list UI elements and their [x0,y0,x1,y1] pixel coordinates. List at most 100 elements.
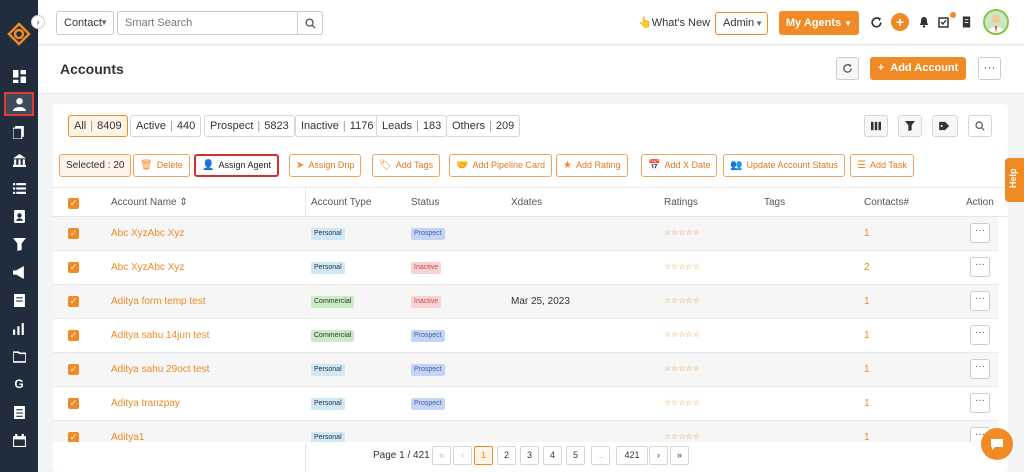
sidebar-dashboard-icon[interactable] [4,64,34,88]
row-checkbox[interactable]: ✓ [68,262,79,273]
row-checkbox[interactable]: ✓ [68,330,79,341]
contacts-count-link[interactable]: 1 [864,330,870,341]
sidebar-contacts-icon[interactable] [4,204,34,228]
status-badge: Inactive [411,296,442,308]
row-checkbox[interactable]: ✓ [68,432,79,442]
search-icon [304,17,316,29]
account-type-badge: Personal [311,364,345,376]
entity-select[interactable]: Contact ▼ [56,11,114,35]
whats-new-link[interactable]: 👆What's New [638,16,710,29]
row-action-button[interactable]: ··· [970,393,990,413]
contacts-count-link[interactable]: 1 [864,398,870,409]
add-account-button[interactable]: + Add Account [870,57,966,80]
table-row[interactable]: ✓ Abc XyzAbc Xyz Personal Prospect ☆☆☆☆☆ 1 ··· [53,217,998,251]
page-button[interactable]: 421 [616,446,648,465]
account-name-link[interactable]: Aditya1 [111,432,144,442]
rating-stars[interactable]: ☆☆☆☆☆ [664,228,700,237]
sidebar-accounts-icon[interactable] [4,92,34,116]
contacts-count-link[interactable]: 1 [864,296,870,307]
contacts-count-link[interactable]: 1 [864,432,870,442]
whats-new-label: What's New [651,17,711,29]
account-name-link[interactable]: Aditya sahu 14jun test [111,330,209,341]
table-row[interactable]: ✓ Aditya tranzpay Personal Prospect ☆☆☆☆☆ 1 ··… [53,387,998,421]
sidebar-institution-icon[interactable] [4,148,34,172]
pagination: Page 1 / 421 « ‹ 1 2 3 4 5 ... 421 › » [38,442,1024,472]
table-row[interactable]: ✓ Aditya sahu 14jun test Commercial Prospec… [53,319,998,353]
contacts-count-link[interactable]: 2 [864,262,870,273]
rating-stars[interactable]: ☆☆☆☆☆ [664,432,700,441]
sidebar-megaphone-icon[interactable] [4,260,34,284]
rating-stars[interactable]: ☆☆☆☆☆ [664,398,700,407]
account-name-link[interactable]: Abc XyzAbc Xyz [111,228,184,239]
contacts-count-link[interactable]: 1 [864,364,870,375]
plus-icon: + [877,62,885,74]
row-checkbox[interactable]: ✓ [68,364,79,375]
rating-stars[interactable]: ☆☆☆☆☆ [664,296,700,305]
sync-icon[interactable] [868,14,884,30]
page-button[interactable]: 1 [474,446,493,465]
sidebar-forms-icon[interactable] [4,400,34,424]
sidebar-list-icon[interactable] [4,176,34,200]
account-name-link[interactable]: Abc XyzAbc Xyz [111,262,184,273]
page-button[interactable]: 3 [520,446,539,465]
my-agents-button[interactable]: My Agents ▼ [779,11,859,35]
row-action-button[interactable]: ··· [970,257,990,277]
more-options-button[interactable]: ··· [978,57,1001,80]
next-page-button[interactable]: › [649,446,668,465]
sidebar-notes-icon[interactable] [4,288,34,312]
account-name-link[interactable]: Aditya tranzpay [111,398,180,409]
sidebar-filter-icon[interactable] [4,232,34,256]
sidebar-google-icon[interactable]: G [4,372,34,396]
account-name-link[interactable]: Aditya form temp test [111,296,205,307]
accounts-card: All | 8409 Active | 440 Prospect | 5823 Inacti… [53,104,1008,472]
sidebar-folder-icon[interactable] [4,344,34,368]
user-avatar[interactable] [983,9,1009,35]
chat-icon [991,439,1003,450]
sidebar-calendar-icon[interactable] [4,428,34,452]
page-title: Accounts [60,61,124,77]
smart-search-input[interactable] [117,11,322,35]
table-row[interactable]: ✓ Aditya sahu 29oct test Personal Prospect ☆… [53,353,998,387]
row-checkbox[interactable]: ✓ [68,398,79,409]
row-checkbox[interactable]: ✓ [68,296,79,307]
bell-icon[interactable] [916,14,932,30]
row-action-button[interactable]: ··· [970,359,990,379]
brand-logo-icon[interactable] [7,22,31,46]
prev-page-button[interactable]: ‹ [453,446,472,465]
xdate-value: Mar 25, 2023 [511,296,570,307]
table-row[interactable]: ✓ Abc XyzAbc Xyz Personal Inactive ☆☆☆☆☆ 2 ··· [53,251,998,285]
page-button[interactable]: 4 [543,446,562,465]
status-badge: Prospect [411,398,445,410]
status-badge: Prospect [411,330,445,342]
help-label: Help [1008,168,1018,188]
search-button[interactable] [297,11,323,35]
role-select[interactable]: Admin ▼ [715,12,768,35]
row-action-button[interactable]: ··· [970,291,990,311]
last-page-button[interactable]: » [670,446,689,465]
refresh-icon [843,63,852,73]
page-button[interactable]: 2 [497,446,516,465]
document-icon[interactable] [958,14,974,30]
chevron-down-icon: ▼ [844,19,853,28]
help-tab[interactable]: Help [1005,158,1024,202]
account-name-link[interactable]: Aditya sahu 29oct test [111,364,209,375]
contacts-count-link[interactable]: 1 [864,228,870,239]
sidebar: G [0,0,38,472]
first-page-button[interactable]: « [432,446,451,465]
row-action-button[interactable]: ··· [970,223,990,243]
row-action-button[interactable]: ··· [970,325,990,345]
rating-stars[interactable]: ☆☆☆☆☆ [664,364,700,373]
refresh-button[interactable] [836,57,859,80]
sidebar-reports-icon[interactable] [4,316,34,340]
rating-stars[interactable]: ☆☆☆☆☆ [664,330,700,339]
quick-add-button[interactable]: + [891,13,909,31]
sidebar-collapse-button[interactable]: › [31,15,45,29]
page-button[interactable]: 5 [566,446,585,465]
entity-select-value: Contact [64,17,102,29]
chat-button[interactable] [981,428,1013,460]
table-row[interactable]: ✓ Aditya1 Personal ☆☆☆☆☆ 1 ··· [53,421,998,442]
row-checkbox[interactable]: ✓ [68,228,79,239]
rating-stars[interactable]: ☆☆☆☆☆ [664,262,700,271]
table-row[interactable]: ✓ Aditya form temp test Commercial Inactive… [53,285,998,319]
sidebar-documents-icon[interactable] [4,120,34,144]
